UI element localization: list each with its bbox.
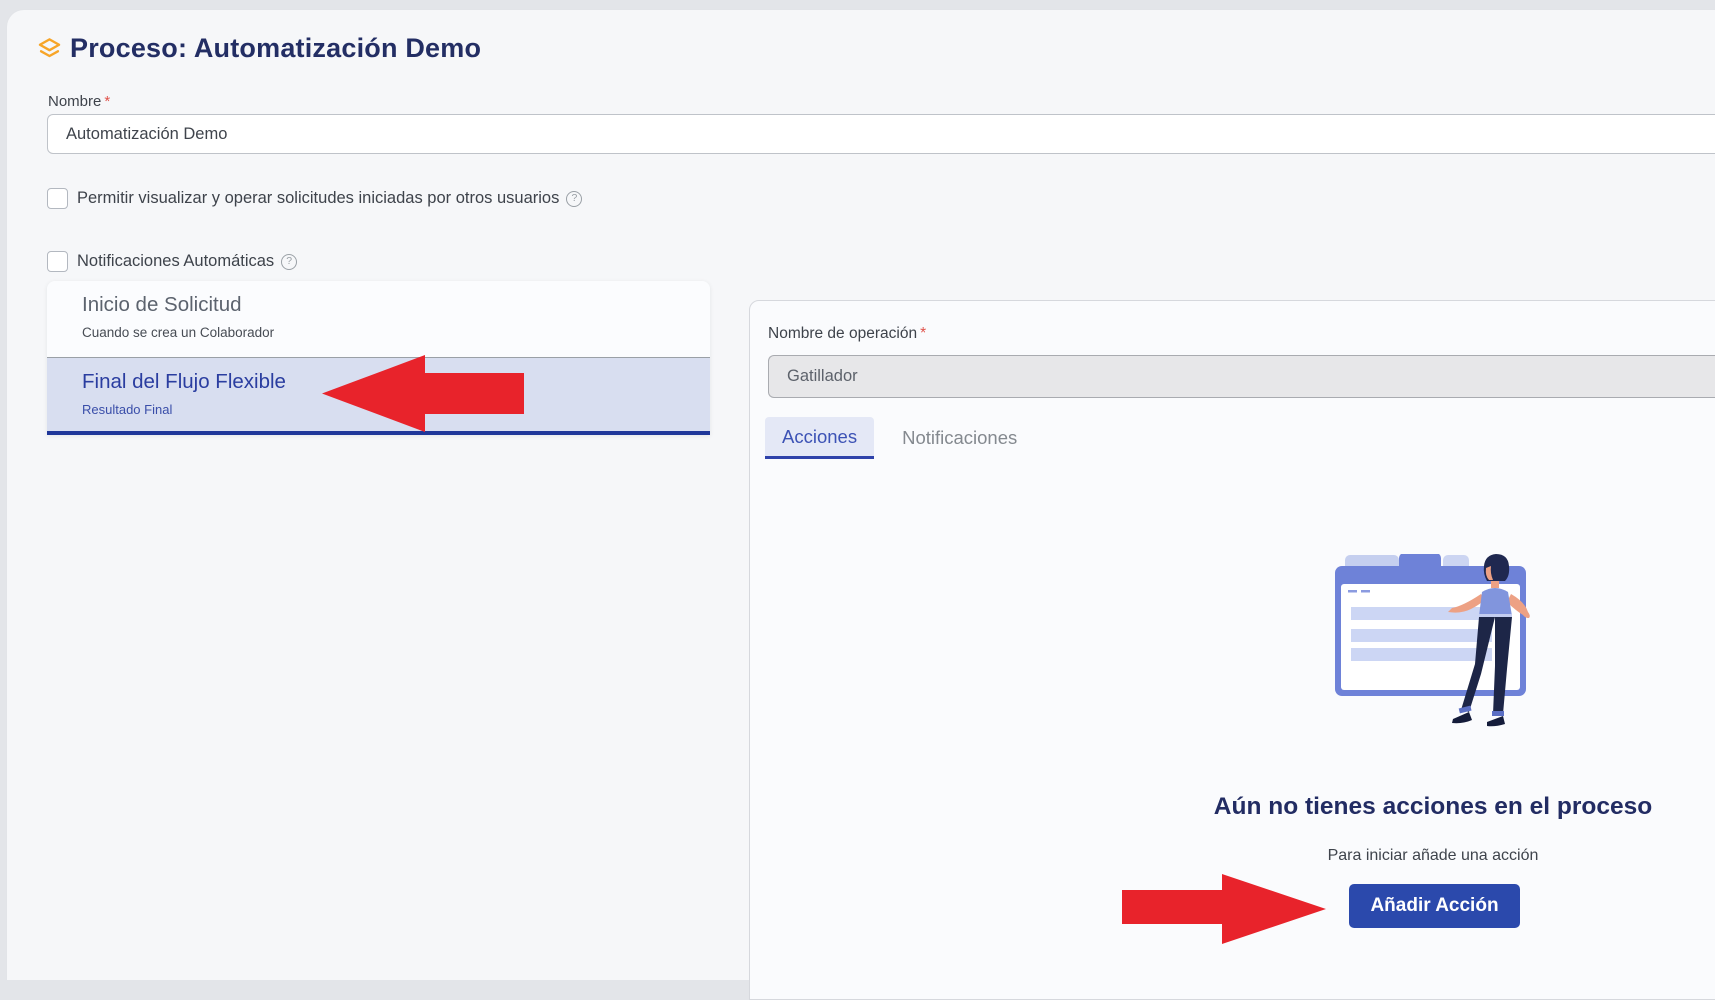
step-title: Inicio de Solicitud [82, 292, 690, 318]
tab-notificaciones[interactable]: Notificaciones [885, 417, 1034, 457]
empty-state-subtitle: Para iniciar añade una acción [1198, 847, 1668, 865]
help-icon[interactable]: ? [281, 254, 297, 270]
checkbox-row-notifications: Notificaciones Automáticas ? [47, 251, 297, 272]
checkbox-other-users-label: Permitir visualizar y operar solicitudes… [77, 189, 559, 208]
step-item-inicio-de-solicitud[interactable]: Inicio de Solicitud Cuando se crea un Co… [47, 281, 710, 357]
empty-state-illustration [1335, 554, 1533, 739]
main-panel: Proceso: Automatización Demo Nombre* Per… [6, 9, 1715, 980]
operation-name-input [768, 355, 1715, 398]
add-action-button[interactable]: Añadir Acción [1349, 884, 1520, 928]
red-arrow-right-annotation [1122, 874, 1326, 944]
operation-name-label-text: Nombre de operación [768, 325, 917, 342]
checkbox-auto-notifications[interactable] [47, 251, 68, 272]
required-asterisk: * [920, 325, 926, 342]
required-asterisk: * [104, 93, 110, 110]
name-field-label: Nombre* [48, 93, 110, 110]
help-icon[interactable]: ? [566, 191, 582, 207]
operation-name-label: Nombre de operación* [768, 325, 926, 343]
name-input[interactable] [47, 114, 1715, 154]
checkbox-auto-notifications-label: Notificaciones Automáticas [77, 252, 274, 271]
empty-state-title: Aún no tienes acciones en el proceso [1198, 793, 1668, 821]
layers-icon [36, 36, 63, 63]
checkbox-other-users[interactable] [47, 188, 68, 209]
name-field-label-text: Nombre [48, 93, 101, 110]
page-title: Proceso: Automatización Demo [70, 31, 481, 65]
checkbox-row-other-users: Permitir visualizar y operar solicitudes… [47, 188, 582, 209]
step-subtitle: Cuando se crea un Colaborador [82, 325, 690, 340]
red-arrow-left-annotation [322, 355, 524, 432]
operation-panel: Nombre de operación* Acciones Notificaci… [749, 300, 1715, 1000]
tab-bar: Acciones Notificaciones [765, 417, 1034, 459]
tab-acciones[interactable]: Acciones [765, 417, 874, 459]
